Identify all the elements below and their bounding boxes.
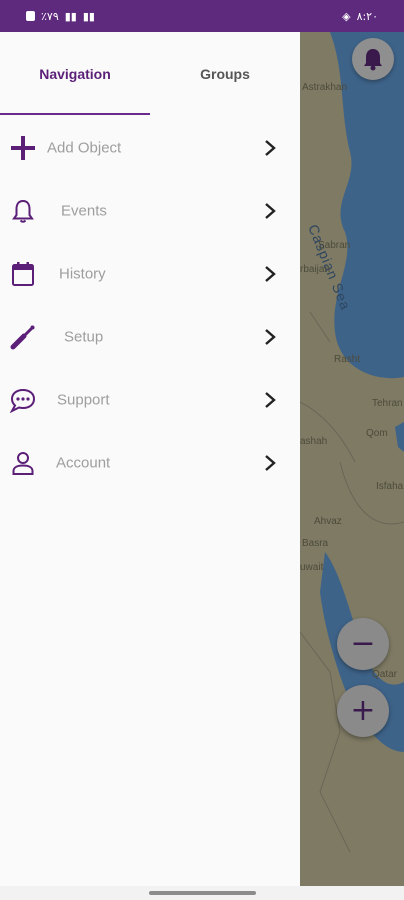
calendar-icon — [9, 260, 37, 288]
drawer-tabs: Navigation Groups — [0, 32, 300, 116]
map-label: ashah — [300, 436, 328, 447]
map-label: Rasht — [334, 354, 361, 365]
bell-icon — [9, 197, 37, 225]
drawer-menu: Add Object Events History Setup Support … — [0, 116, 300, 494]
signal-icon-2: ▮▮ — [82, 9, 95, 23]
vpn-icon: ◈ — [342, 9, 351, 23]
map-label: Basra — [302, 538, 329, 549]
battery-percent: ٪۷۹ — [41, 9, 59, 23]
menu-item-add-object[interactable]: Add Object — [0, 116, 300, 179]
active-tab-indicator — [0, 113, 150, 115]
plus-icon — [9, 134, 37, 162]
plus-icon: + — [350, 693, 376, 728]
chevron-right-icon — [265, 139, 276, 156]
chevron-right-icon — [265, 328, 276, 345]
zoom-out-button[interactable]: − — [337, 618, 389, 670]
clock: ۸:۲۰ — [356, 9, 378, 23]
map-canvas — [300, 32, 404, 886]
zoom-in-button[interactable]: + — [337, 685, 389, 737]
person-icon — [9, 449, 37, 477]
chevron-right-icon — [265, 265, 276, 282]
menu-item-label: Events — [61, 202, 107, 219]
menu-item-label: Setup — [64, 328, 104, 345]
navigation-drawer: Navigation Groups Add Object Events Hist… — [0, 32, 300, 886]
chevron-right-icon — [265, 202, 276, 219]
menu-item-events[interactable]: Events — [0, 179, 300, 242]
tab-navigation[interactable]: Navigation — [0, 32, 150, 116]
battery-icon — [26, 11, 35, 21]
map-label: Tehran — [372, 398, 403, 409]
minus-icon: − — [350, 626, 376, 661]
menu-item-label: History — [59, 265, 106, 282]
chevron-right-icon — [265, 454, 276, 471]
signal-icon: ▮▮ — [64, 9, 77, 23]
status-bar-left: ٪۷۹ ▮▮ ▮▮ — [26, 10, 95, 23]
map-view[interactable]: Caspian Sea Astrakhan Şabran rbaijan Ras… — [300, 32, 404, 886]
chat-icon — [9, 386, 37, 414]
map-label: rbaijan — [300, 264, 331, 275]
map-label: Isfaha — [376, 481, 404, 492]
map-label: Astrakhan — [302, 82, 348, 93]
chevron-right-icon — [265, 391, 276, 408]
wrench-icon — [9, 323, 37, 351]
map-label: Şabran — [318, 240, 351, 251]
menu-item-account[interactable]: Account — [0, 431, 300, 494]
notifications-button[interactable] — [352, 38, 394, 80]
map-label: Qom — [366, 428, 388, 439]
menu-item-label: Account — [56, 454, 111, 471]
map-label: Ahvaz — [314, 516, 342, 527]
menu-item-setup[interactable]: Setup — [0, 305, 300, 368]
status-bar: ٪۷۹ ▮▮ ▮▮ ◈ ۸:۲۰ — [0, 0, 404, 32]
map-label: Qatar — [372, 669, 398, 680]
menu-item-support[interactable]: Support — [0, 368, 300, 431]
menu-item-label: Support — [57, 391, 110, 408]
map-label: uwait — [300, 562, 324, 573]
bell-icon — [364, 49, 382, 71]
menu-item-history[interactable]: History — [0, 242, 300, 305]
tab-groups[interactable]: Groups — [150, 32, 300, 116]
menu-item-label: Add Object — [47, 139, 122, 156]
status-bar-right: ◈ ۸:۲۰ — [342, 10, 378, 23]
gesture-handle[interactable] — [149, 891, 256, 895]
